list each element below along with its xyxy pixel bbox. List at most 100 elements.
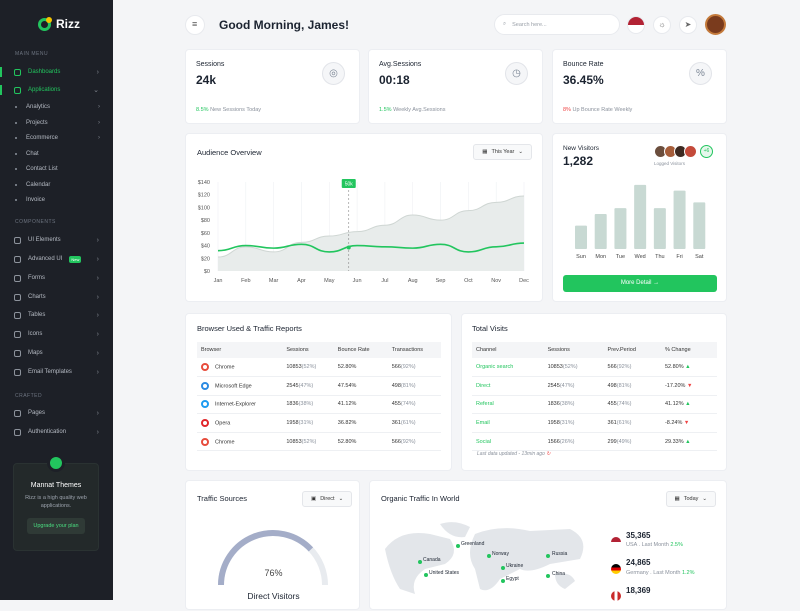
chevron-right-icon: › xyxy=(96,68,99,76)
bounce-cell: 47.54% xyxy=(333,376,388,396)
map-marker[interactable] xyxy=(418,560,422,564)
y-tick-label: $0 xyxy=(204,269,210,275)
browser-table: Browser Sessions Bounce Rate Transaction… xyxy=(197,342,441,452)
map-marker[interactable] xyxy=(487,554,491,558)
y-tick-label: $140 xyxy=(198,180,210,186)
transactions-cell: 566(92%) xyxy=(387,432,441,452)
notification-icon[interactable]: ➤ xyxy=(679,16,697,34)
menu-toggle-button[interactable] xyxy=(185,15,205,35)
stat-label: Sessions xyxy=(196,61,225,68)
channel-cell[interactable]: Direct xyxy=(472,376,544,396)
table-row: Opera 1958(31%) 36.82% 361(61%) xyxy=(197,413,441,433)
x-tick-label: Apr xyxy=(297,278,306,284)
country-sub: USA . Last Month 2.5% xyxy=(626,542,683,548)
x-tick-label: Fri xyxy=(676,254,682,260)
col-header: Browser xyxy=(197,342,283,358)
sub-label: Ecommerce xyxy=(26,135,59,141)
map-marker[interactable] xyxy=(501,566,505,570)
sub-chat[interactable]: Chat xyxy=(15,151,39,157)
x-tick-label: Mon xyxy=(595,254,606,260)
map-marker[interactable] xyxy=(546,554,550,558)
channel-cell[interactable]: Social xyxy=(472,432,544,452)
nav-label: Pages xyxy=(28,410,46,416)
nav-label: Email Templates xyxy=(28,369,72,375)
audience-overview-card: Audience Overview ▦ This Year ⌄ $140 $120 $1… xyxy=(185,133,543,302)
stat-sub: 8% Up Bounce Rate Weekly xyxy=(563,107,632,113)
table-row: Chrome 10853(52%) 52.80% 566(92%) xyxy=(197,358,441,378)
y-tick-label: $60 xyxy=(201,231,210,237)
stat-label: Bounce Rate xyxy=(563,61,604,68)
map-marker[interactable] xyxy=(456,544,460,548)
flag-us-icon[interactable] xyxy=(627,16,645,34)
col-header: Sessions xyxy=(543,342,604,358)
upgrade-button[interactable]: Upgrade your plan xyxy=(27,518,85,535)
calendar-icon: ▦ xyxy=(674,496,680,502)
sub-invoice[interactable]: Invoice xyxy=(15,197,45,203)
stat-card-sessions: Sessions 24k ◎ 8.5% New Sessions Today xyxy=(185,49,360,124)
sessions-cell: 1566(26%) xyxy=(543,432,604,452)
channel-cell[interactable]: Email xyxy=(472,413,544,433)
prev-period-cell: 361(61%) xyxy=(603,413,661,433)
sub-projects[interactable]: Projects › xyxy=(15,120,100,126)
map-marker[interactable] xyxy=(546,574,550,578)
map-label: Egypt xyxy=(506,576,519,582)
nav-authentication[interactable]: Authentication › xyxy=(0,424,113,440)
day-filter-dropdown[interactable]: ▦ Today ⌄ xyxy=(665,491,716,507)
bar xyxy=(594,214,607,249)
total-visits-card: Total Visits Channel Sessions Prev.Perio… xyxy=(461,313,727,471)
refresh-icon[interactable]: ↻ xyxy=(546,451,550,457)
gauge-percent: 76% xyxy=(264,568,283,578)
transactions-cell: 566(92%) xyxy=(387,358,441,378)
section-main-menu: MAIN MENU xyxy=(15,51,49,57)
change-cell: -17.20% ▼ xyxy=(660,376,717,396)
country-name: USA . Last Month xyxy=(626,542,669,548)
stat-sub-text: New Sessions Today xyxy=(210,107,262,113)
sub-calendar[interactable]: Calendar xyxy=(15,182,50,188)
charts-icon xyxy=(14,293,21,301)
map-label: Greenland xyxy=(461,541,485,547)
more-detail-button[interactable]: More Detail → xyxy=(563,275,717,292)
nav-advanced-ui[interactable]: Advanced UI New › xyxy=(0,251,113,267)
nav-dashboards[interactable]: Dashboards › xyxy=(0,64,113,80)
brand-logo[interactable]: Rizz xyxy=(38,16,80,31)
theme-icon[interactable]: ☼ xyxy=(653,16,671,34)
search-input[interactable]: ⌕ Search here... xyxy=(494,14,620,35)
bounce-cell: 36.82% xyxy=(333,413,388,433)
map-marker[interactable] xyxy=(424,573,428,577)
stat-label: Avg.Sessions xyxy=(379,61,422,68)
prev-period-cell: 498(81%) xyxy=(603,376,661,396)
map-label: Norway xyxy=(492,551,509,557)
sub-contact-list[interactable]: Contact List xyxy=(15,166,58,172)
nav-forms[interactable]: Forms › xyxy=(0,270,113,286)
channel-cell[interactable]: Referal xyxy=(472,395,544,415)
chevron-down-icon: ⌄ xyxy=(702,496,707,502)
nav-email-templates[interactable]: Email Templates › xyxy=(0,364,113,380)
nav-applications[interactable]: Applications ⌄ xyxy=(0,82,113,98)
nav-pages[interactable]: Pages › xyxy=(0,405,113,421)
browser-icon xyxy=(201,363,209,372)
nav-icons[interactable]: Icons › xyxy=(0,326,113,342)
stat-sub-text: Up Bounce Rate Weekly xyxy=(572,107,633,113)
dropdown-label: Today xyxy=(683,496,699,502)
nav-maps[interactable]: Maps › xyxy=(0,345,113,361)
sub-ecommerce[interactable]: Ecommerce › xyxy=(15,135,100,141)
nav-label: Icons xyxy=(28,331,43,337)
stat-sub-value: 8.5% xyxy=(196,107,209,113)
x-tick-label: Sat xyxy=(695,254,704,260)
avatar[interactable] xyxy=(705,14,726,35)
transactions-cell: 361(61%) xyxy=(387,413,441,433)
nav-label: Maps xyxy=(28,350,43,356)
map-marker[interactable] xyxy=(501,579,505,583)
nav-tables[interactable]: Tables › xyxy=(0,307,113,323)
nav-label: Applications xyxy=(28,87,61,93)
map-label: Canada xyxy=(423,557,441,563)
sessions-cell: 2545(47%) xyxy=(543,376,604,396)
x-tick-label: Tue xyxy=(616,254,625,260)
sub-analytics[interactable]: Analytics › xyxy=(15,104,100,110)
nav-ui-elements[interactable]: UI Elements › xyxy=(0,232,113,248)
channel-cell[interactable]: Organic search xyxy=(472,358,544,378)
sidebar: Rizz MAIN MENU Dashboards › Applications ⌄… xyxy=(0,0,113,600)
nav-charts[interactable]: Charts › xyxy=(0,289,113,305)
change-cell: 41.12% ▲ xyxy=(660,395,717,415)
sessions-cell: 2545(47%) xyxy=(282,376,334,396)
